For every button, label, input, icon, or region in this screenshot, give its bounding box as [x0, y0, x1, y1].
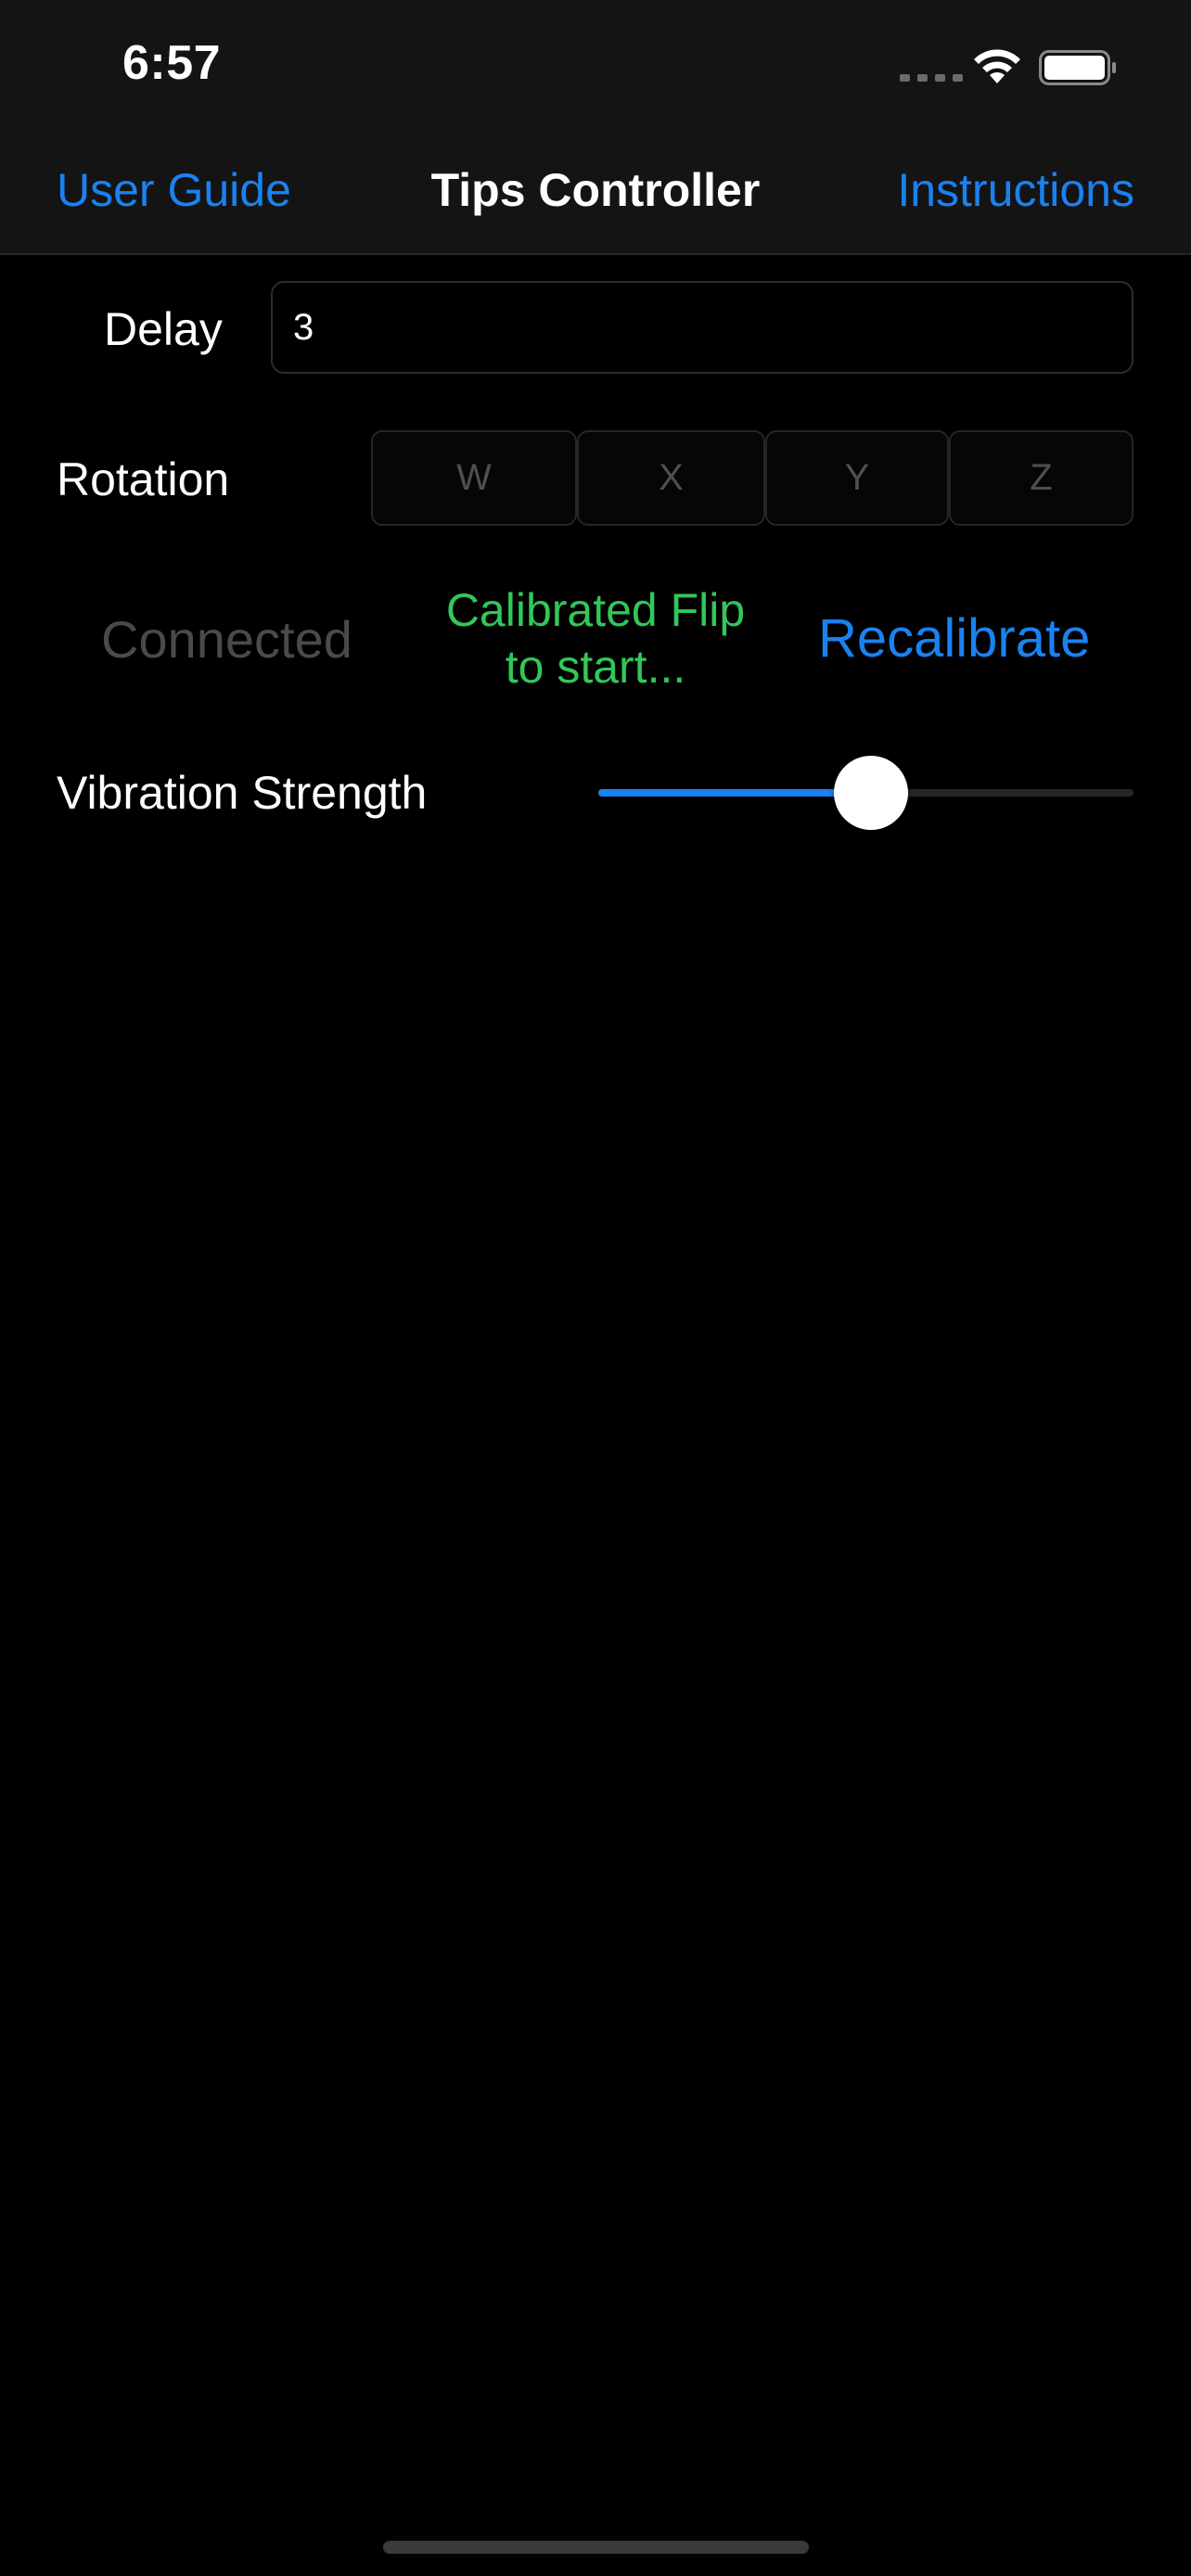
rotation-segment-w[interactable]: W: [371, 430, 577, 526]
nav-divider: [0, 253, 1191, 255]
rotation-segmented-control: W X Y Z: [371, 430, 1133, 526]
rotation-segment-y[interactable]: Y: [765, 430, 949, 526]
delay-input[interactable]: [271, 281, 1133, 374]
instructions-button[interactable]: Instructions: [897, 163, 1134, 217]
status-time: 6:57: [122, 36, 222, 90]
calibration-status-line-1: Calibrated Flip: [445, 584, 746, 636]
battery-icon: [1039, 50, 1116, 85]
rotation-label: Rotation: [57, 453, 230, 505]
calibration-status: Calibrated Flip to start...: [419, 582, 772, 695]
slider-fill: [598, 789, 872, 797]
cellular-signal-icon: [900, 74, 963, 82]
rotation-segment-x[interactable]: X: [577, 430, 765, 526]
slider-thumb[interactable]: [834, 756, 909, 830]
connection-status: Connected: [101, 610, 352, 669]
vibration-strength-slider[interactable]: [598, 756, 1133, 830]
wifi-icon: [974, 49, 1020, 83]
home-indicator: [383, 2541, 809, 2554]
calibration-status-line-2: to start...: [505, 641, 686, 693]
vibration-strength-label: Vibration Strength: [57, 767, 428, 819]
delay-label: Delay: [104, 303, 223, 355]
rotation-segment-z[interactable]: Z: [949, 430, 1133, 526]
recalibrate-button[interactable]: Recalibrate: [818, 607, 1090, 670]
